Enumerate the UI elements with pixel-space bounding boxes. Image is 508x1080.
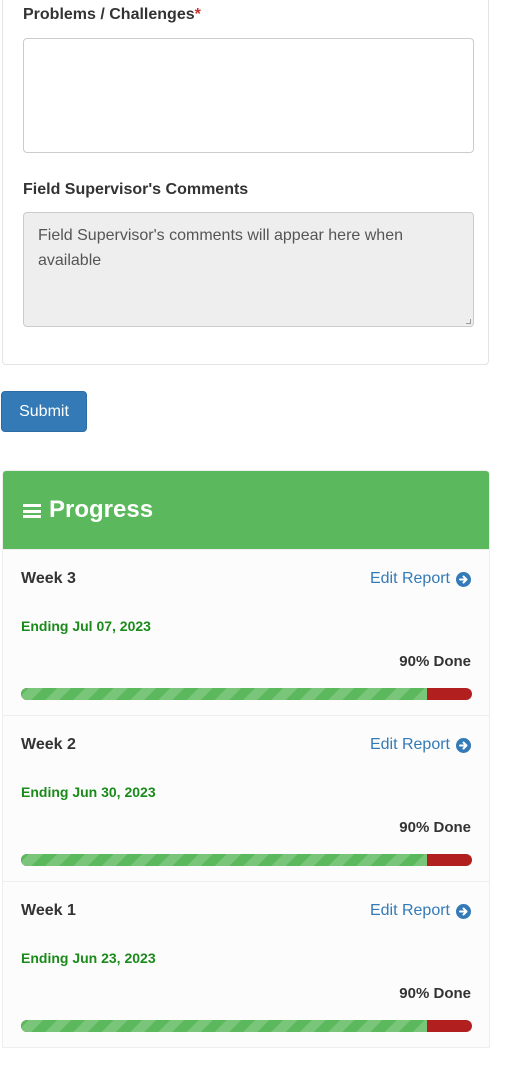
week-row: Week 2 Edit Report Ending Jun 30, 2023 9…	[3, 715, 489, 881]
progress-title: Progress	[49, 496, 154, 523]
list-icon	[23, 502, 41, 518]
edit-report-label: Edit Report	[369, 570, 450, 587]
progress-bar	[21, 688, 472, 700]
percent-done-label: 90% Done	[399, 819, 471, 836]
week-title: Week 2	[21, 736, 76, 753]
supervisor-comments-box: Field Supervisor's comments will appear …	[23, 212, 474, 327]
week-title: Week 1	[21, 902, 76, 919]
week-row: Week 1 Edit Report Ending Jun 23, 2023 9…	[3, 881, 489, 1047]
percent-done-label: 90% Done	[399, 985, 471, 1002]
progress-bar	[21, 854, 472, 866]
supervisor-comments-placeholder: Field Supervisor's comments will appear …	[38, 227, 403, 269]
progress-bar-fill	[21, 1020, 427, 1032]
arrow-circle-right-icon	[456, 737, 471, 753]
edit-report-link[interactable]: Edit Report	[370, 570, 471, 588]
report-form-card: Problems / Challenges* Field Supervisor'…	[2, 0, 489, 365]
progress-bar-fill	[21, 854, 427, 866]
progress-panel: Progress Week 3 Edit Report Ending Jul 0…	[2, 470, 490, 1048]
week-row: Week 3 Edit Report Ending Jul 07, 2023 9…	[3, 549, 489, 715]
progress-header: Progress	[3, 471, 489, 549]
problems-label-text: Problems / Challenges	[23, 6, 195, 23]
problems-label: Problems / Challenges*	[23, 6, 201, 24]
edit-report-link[interactable]: Edit Report	[370, 736, 471, 754]
required-mark: *	[194, 6, 201, 23]
week-title: Week 3	[21, 570, 76, 587]
progress-bar	[21, 1020, 472, 1032]
arrow-circle-right-icon	[456, 571, 471, 587]
progress-bar-fill	[21, 688, 427, 700]
week-ending-date: Ending Jun 30, 2023	[21, 784, 156, 800]
week-ending-date: Ending Jul 07, 2023	[21, 618, 151, 634]
percent-done-label: 90% Done	[399, 653, 471, 670]
submit-button[interactable]: Submit	[1, 391, 87, 432]
edit-report-label: Edit Report	[369, 736, 450, 753]
supervisor-comments-label: Field Supervisor's Comments	[23, 181, 249, 198]
resize-grip-icon	[466, 319, 471, 324]
week-ending-date: Ending Jun 23, 2023	[21, 950, 156, 966]
edit-report-label: Edit Report	[369, 902, 450, 919]
edit-report-link[interactable]: Edit Report	[370, 902, 471, 920]
problems-textarea[interactable]	[23, 38, 474, 153]
arrow-circle-right-icon	[456, 903, 471, 919]
